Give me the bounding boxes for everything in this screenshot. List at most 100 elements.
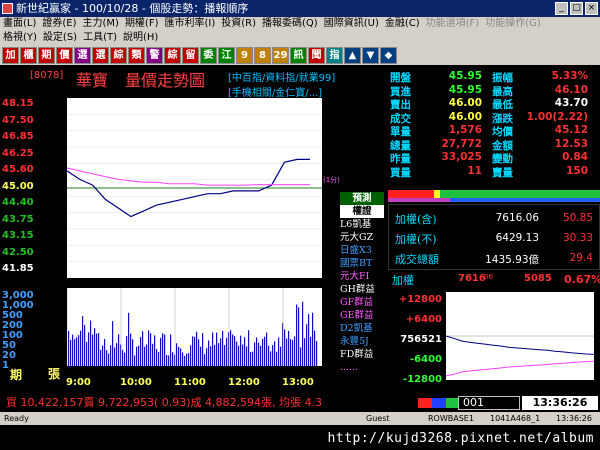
toolbar-button[interactable]: 指 — [326, 46, 343, 64]
volume-bar — [260, 345, 262, 366]
toolbar-button[interactable]: 江 — [218, 46, 235, 64]
toolbar-button[interactable]: 警 — [146, 46, 163, 64]
toolbar-button[interactable]: 訊 — [290, 46, 307, 64]
volume-bar — [142, 331, 144, 366]
watermark-area: http://kujd3268.pixnet.net/album — [0, 425, 600, 450]
volume-bar — [220, 338, 222, 366]
indicator-item[interactable]: 預測 — [340, 192, 384, 205]
toolbar-button[interactable]: 期 — [38, 46, 55, 64]
period-label: 期 — [10, 368, 23, 382]
toolbar-button[interactable]: ▲ — [344, 46, 361, 64]
menu1-item[interactable]: 功能操作(G) — [482, 18, 544, 29]
menu1-item[interactable]: 國際資訊(U) — [321, 18, 382, 29]
indicator-item[interactable]: L6凱基 — [340, 218, 384, 231]
price-axis-label: 45.60 — [2, 164, 34, 175]
indicator-item[interactable]: ...... — [340, 361, 384, 374]
quote-value: 150 — [566, 164, 588, 177]
volume-bar — [210, 346, 212, 366]
volume-bar — [300, 347, 302, 366]
menu1-item[interactable]: 投資(R) — [218, 18, 259, 29]
toolbar-button[interactable]: 聞 — [308, 46, 325, 64]
menu1-item[interactable]: 功能選項(F) — [423, 18, 483, 29]
quote-label: 賣量 — [492, 166, 513, 179]
toolbar-button[interactable]: ▼ — [362, 46, 379, 64]
quote-value: 12.53 — [554, 137, 588, 150]
toolbar-button[interactable]: ◆ — [380, 46, 397, 64]
indicator-item[interactable]: 國票BT — [340, 257, 384, 270]
menu2-item[interactable]: 工具(T) — [80, 32, 120, 43]
menu1-item[interactable]: 金融(C) — [382, 18, 423, 29]
indicator-item[interactable]: GH群益 — [340, 283, 384, 296]
quote-value: 45.95 — [448, 70, 482, 82]
volume-bar — [198, 339, 200, 366]
volume-bar — [108, 353, 110, 366]
index-row-label: 成交總額 — [395, 253, 439, 266]
index-row-value: 7616.06 — [495, 212, 539, 224]
menu1-item[interactable]: 期權(F) — [122, 18, 162, 29]
toolbar-button[interactable]: 價 — [56, 46, 73, 64]
indicator-item[interactable]: GF群益 — [340, 296, 384, 309]
toolbar-button[interactable]: 綜 — [110, 46, 127, 64]
indicator-item[interactable]: 日盛X3 — [340, 244, 384, 257]
toolbar-button[interactable]: 委 — [200, 46, 217, 64]
category-tags-1[interactable]: [中百指/資料指/就業99] — [228, 69, 335, 84]
volume-bar — [164, 334, 166, 366]
toolbar-button[interactable]: 29 — [272, 46, 289, 64]
indicator-item[interactable]: GE群益 — [340, 309, 384, 322]
volume-bar — [172, 352, 174, 366]
volume-bar — [116, 343, 118, 366]
toolbar-button[interactable]: 選 — [74, 46, 91, 64]
indicator-item[interactable]: 元大GZ — [340, 231, 384, 244]
volume-bar — [130, 333, 132, 366]
volume-bar — [92, 334, 94, 366]
toolbar-button[interactable]: 加 — [2, 46, 19, 64]
toolbar-button[interactable]: 類 — [128, 46, 145, 64]
toolbar-button[interactable]: 綜 — [164, 46, 181, 64]
volume-bar — [118, 334, 120, 366]
price-axis-label: 43.15 — [2, 230, 34, 241]
menu1-item[interactable]: 播報委碼(Q) — [259, 18, 321, 29]
maximize-button[interactable]: □ — [570, 2, 583, 15]
volume-bar — [180, 348, 182, 366]
menu1-item[interactable]: 匯市利率(I) — [162, 18, 219, 29]
quote-value: 43.70 — [554, 97, 588, 109]
toolbar-button[interactable]: 選 — [92, 46, 109, 64]
menu2-item[interactable]: 格視(Y) — [0, 32, 40, 43]
status-user: Guest — [366, 414, 390, 423]
volume-bar — [102, 345, 104, 366]
indicator-item[interactable]: 永豐5J — [340, 335, 384, 348]
quote-value: 45.12 — [554, 124, 588, 136]
indicator-item[interactable]: 權證 — [340, 205, 384, 218]
volume-bar — [132, 339, 134, 366]
volume-bar — [202, 333, 204, 366]
toolbar-button[interactable]: 櫃 — [20, 46, 37, 64]
menu1-item[interactable]: 畫面(L) — [0, 18, 39, 29]
toolbar-button[interactable]: 8 — [254, 46, 271, 64]
volume-bar — [166, 355, 168, 366]
stock-code: [8078] — [30, 70, 64, 81]
indicator-item[interactable]: 元大FI — [340, 270, 384, 283]
indicator-item[interactable]: D2凱基 — [340, 322, 384, 335]
minimize-button[interactable]: _ — [555, 2, 568, 15]
index-row-change: 30.33 — [562, 232, 593, 244]
close-button[interactable]: × — [585, 2, 598, 15]
menu1-item[interactable]: 主力(M) — [80, 18, 122, 29]
time-axis-label: 13:00 — [282, 377, 314, 388]
status-server: ROWBASE1 — [428, 414, 474, 423]
volume-bar — [248, 330, 250, 366]
time-axis-label: 9:00 — [66, 377, 91, 388]
menu1-item[interactable]: 證券(E) — [39, 18, 79, 29]
indicator-item[interactable]: FD群益 — [340, 348, 384, 361]
volume-bar — [150, 333, 152, 366]
menu2-item[interactable]: 設定(S) — [40, 32, 80, 43]
volume-unit-label: 張 — [48, 367, 61, 381]
time-axis-label: 12:00 — [228, 377, 260, 388]
menu-bar-main: 畫面(L) 證券(E) 主力(M) 期權(F) 匯市利率(I) 投資(R) 播報委碼(Q) 國… — [0, 17, 600, 31]
toolbar-button[interactable]: 留 — [182, 46, 199, 64]
volume-bar — [122, 349, 124, 366]
index-mini-chart — [445, 292, 595, 380]
category-tags-2[interactable]: [手機相關/金仁寶/...] — [228, 84, 322, 99]
menu2-item[interactable]: 說明(H) — [120, 32, 161, 43]
toolbar-button[interactable]: 9 — [236, 46, 253, 64]
command-input[interactable]: 001 — [458, 396, 520, 410]
